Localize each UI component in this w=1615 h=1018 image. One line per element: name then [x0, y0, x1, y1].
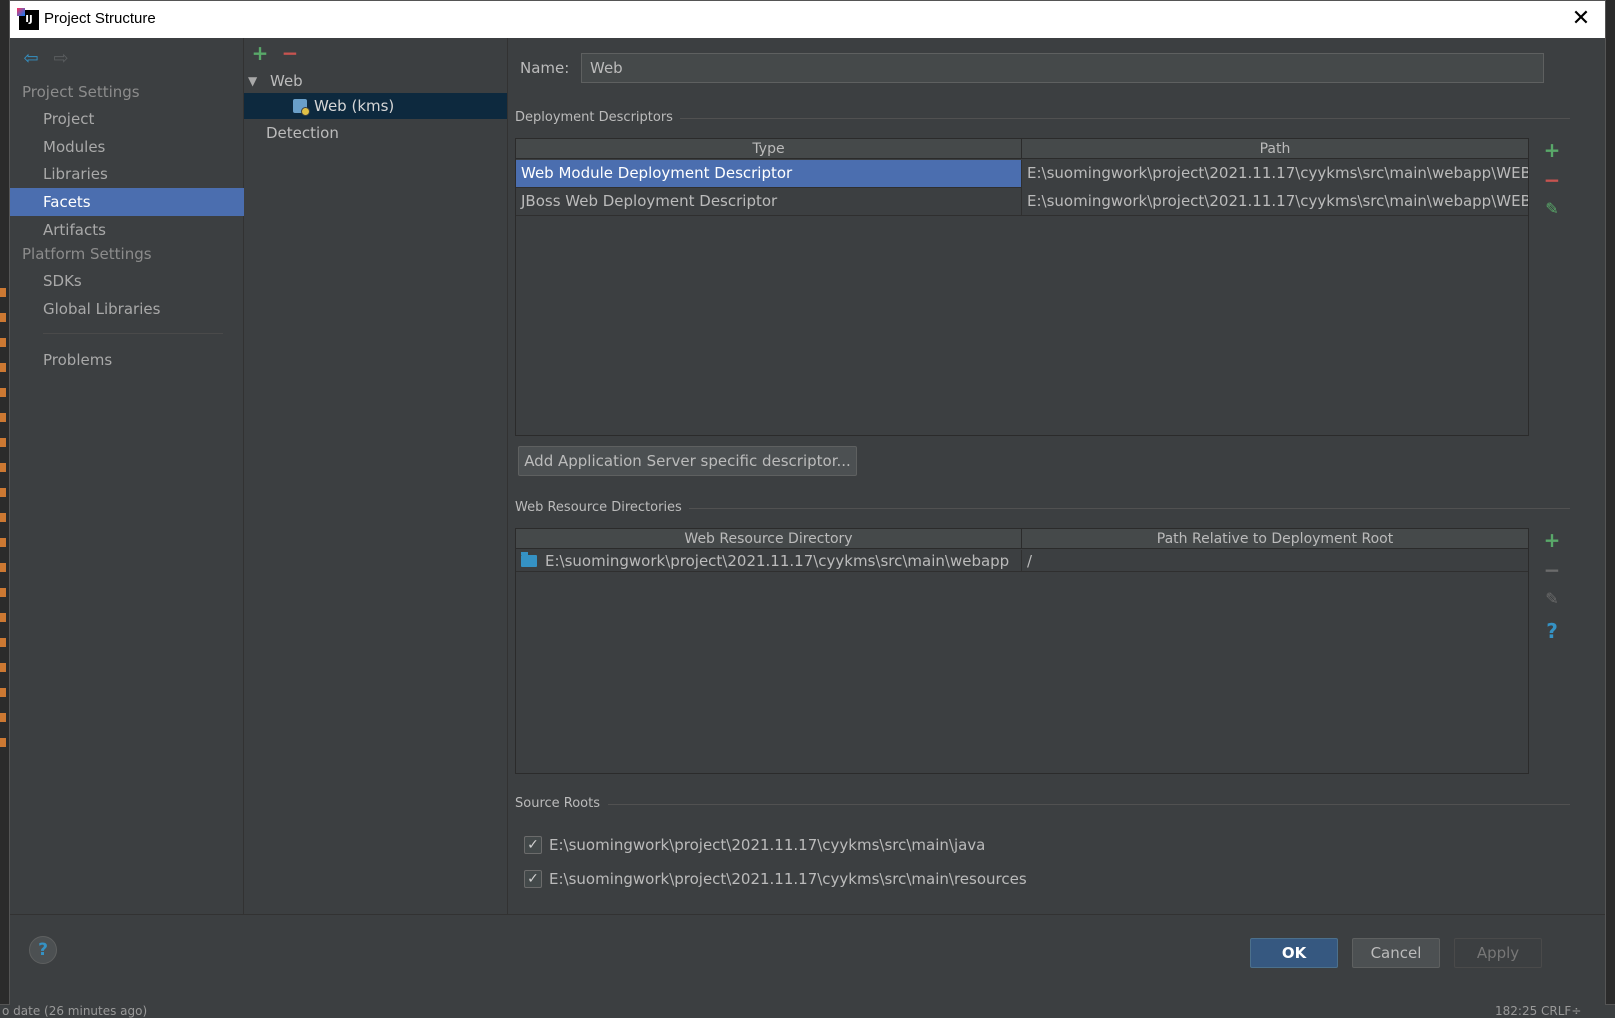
add-descriptor-icon[interactable]: +	[1537, 138, 1567, 168]
gutter-marker	[0, 613, 6, 622]
gutter-marker	[0, 663, 6, 672]
forward-arrow-icon[interactable]: ⇨	[50, 48, 72, 70]
sidebar-item-libraries[interactable]: Libraries	[10, 160, 244, 188]
sidebar-item-problems[interactable]: Problems	[10, 346, 244, 374]
table-row[interactable]: Web Module Deployment Descriptor E:\suom…	[516, 160, 1528, 188]
gutter-marker	[0, 313, 6, 322]
deployment-descriptors-table: Type Path Web Module Deployment Descript…	[515, 138, 1529, 436]
gutter-marker	[0, 513, 6, 522]
deployment-descriptors-title: Deployment Descriptors	[515, 110, 673, 125]
sidebar-item-global-libraries[interactable]: Global Libraries	[10, 295, 244, 323]
tree-node-label: Web (kms)	[314, 97, 395, 115]
folder-icon	[521, 552, 537, 567]
sidebar-item-modules[interactable]: Modules	[10, 133, 244, 161]
source-root-path: E:\suomingwork\project\2021.11.17\cyykms…	[549, 870, 1027, 888]
ide-status-bar: o date (26 minutes ago) 182:25 CRLF÷	[0, 1004, 1615, 1018]
source-roots-title: Source Roots	[515, 796, 601, 811]
resource-directory-cell: E:\suomingwork\project\2021.11.17\cyykms…	[516, 550, 1022, 572]
remove-facet-icon[interactable]: −	[280, 42, 300, 64]
relative-path-cell: /	[1027, 552, 1033, 570]
group-separator	[689, 508, 1570, 509]
facet-name-input[interactable]: Web	[581, 53, 1544, 83]
ide-gutter	[0, 0, 9, 1018]
back-arrow-icon[interactable]: ⇦	[20, 48, 42, 70]
source-root-checkbox[interactable]: ✓	[524, 836, 542, 854]
remove-resource-directory-icon[interactable]: −	[1537, 558, 1567, 588]
facet-editor: Name: Web Deployment Descriptors Type Pa…	[508, 38, 1607, 914]
add-facet-icon[interactable]: +	[250, 42, 270, 64]
cancel-button[interactable]: Cancel	[1352, 938, 1440, 968]
gutter-marker	[0, 463, 6, 472]
gutter-marker	[0, 638, 6, 647]
column-header-relative-path[interactable]: Path Relative to Deployment Root	[1022, 529, 1528, 549]
column-header-directory[interactable]: Web Resource Directory	[516, 529, 1022, 549]
gutter-marker	[0, 688, 6, 697]
web-resource-directories-title: Web Resource Directories	[515, 500, 682, 515]
source-root-path: E:\suomingwork\project\2021.11.17\cyykms…	[549, 836, 986, 854]
descriptor-path-cell: E:\suomingwork\project\2021.11.17\cyykms…	[1027, 192, 1528, 210]
table-header: Type Path	[516, 139, 1528, 159]
tree-node-label: Web	[270, 72, 303, 90]
table-header: Web Resource Directory Path Relative to …	[516, 529, 1528, 549]
descriptor-type-cell: Web Module Deployment Descriptor	[516, 160, 1022, 188]
facet-tree-panel: + − ▼ Web Web (kms) Detection	[244, 38, 508, 914]
apply-button[interactable]: Apply	[1454, 938, 1542, 968]
help-icon[interactable]: ?	[1537, 619, 1567, 649]
remove-descriptor-icon[interactable]: −	[1537, 168, 1567, 198]
sidebar-divider	[43, 333, 223, 334]
add-server-descriptor-button[interactable]: Add Application Server specific descript…	[518, 446, 857, 476]
gutter-marker	[0, 338, 6, 347]
gutter-marker	[0, 363, 6, 372]
gutter-marker	[0, 388, 6, 397]
descriptor-path-cell: E:\suomingwork\project\2021.11.17\cyykms…	[1022, 160, 1528, 188]
edit-descriptor-icon[interactable]: ✎	[1537, 199, 1567, 229]
table-row[interactable]: JBoss Web Deployment Descriptor E:\suomi…	[516, 188, 1528, 216]
column-header-path[interactable]: Path	[1022, 139, 1528, 159]
help-button[interactable]: ?	[29, 936, 57, 964]
ok-button[interactable]: OK	[1250, 938, 1338, 968]
gutter-marker	[0, 413, 6, 422]
web-resource-directories-table: Web Resource Directory Path Relative to …	[515, 528, 1529, 774]
resource-directory-path: E:\suomingwork\project\2021.11.17\cyykms…	[545, 552, 1010, 570]
gutter-marker	[0, 588, 6, 597]
sidebar-item-project[interactable]: Project	[10, 105, 244, 133]
platform-settings-heading: Platform Settings	[22, 245, 152, 263]
window-title: Project Structure	[44, 10, 156, 27]
dialog-footer: ? OK Cancel Apply	[10, 914, 1605, 1005]
gutter-marker	[0, 538, 6, 547]
gutter-marker	[0, 438, 6, 447]
tree-node-label: Detection	[266, 124, 339, 142]
add-resource-directory-icon[interactable]: +	[1537, 528, 1567, 558]
sidebar-item-facets[interactable]: Facets	[10, 188, 244, 216]
sidebar-item-artifacts[interactable]: Artifacts	[10, 216, 244, 244]
descriptor-type-cell: JBoss Web Deployment Descriptor	[516, 188, 1022, 216]
cursor-position-text: 182:25 CRLF÷	[1495, 1004, 1582, 1018]
gutter-marker	[0, 738, 6, 747]
gutter-marker	[0, 713, 6, 722]
group-separator	[608, 804, 1570, 805]
table-row[interactable]: E:\suomingwork\project\2021.11.17\cyykms…	[516, 550, 1528, 572]
intellij-logo-icon: IJ	[17, 8, 39, 30]
tree-node-web-kms[interactable]: Web (kms)	[244, 93, 507, 119]
project-structure-dialog: IJ Project Structure ✕ ⇦ ⇨ Project Setti…	[9, 0, 1607, 1005]
vcs-status-text: o date (26 minutes ago)	[2, 1004, 148, 1018]
title-bar: IJ Project Structure ✕	[10, 1, 1605, 38]
expand-arrow-icon[interactable]: ▼	[248, 68, 257, 94]
tree-node-web[interactable]: ▼ Web	[244, 68, 507, 94]
sidebar-item-sdks[interactable]: SDKs	[10, 267, 244, 295]
close-icon[interactable]: ✕	[1567, 5, 1595, 33]
group-separator	[680, 118, 1570, 119]
gutter-marker	[0, 563, 6, 572]
settings-sidebar: ⇦ ⇨ Project Settings Project Modules Lib…	[10, 38, 244, 914]
gutter-marker	[0, 288, 6, 297]
edit-resource-directory-icon[interactable]: ✎	[1537, 589, 1567, 619]
column-header-type[interactable]: Type	[516, 139, 1022, 159]
tree-node-detection[interactable]: Detection	[244, 120, 507, 146]
project-settings-heading: Project Settings	[22, 83, 140, 101]
source-root-checkbox[interactable]: ✓	[524, 870, 542, 888]
gutter-marker	[0, 488, 6, 497]
web-facet-icon	[293, 99, 310, 116]
name-label: Name:	[520, 59, 570, 77]
